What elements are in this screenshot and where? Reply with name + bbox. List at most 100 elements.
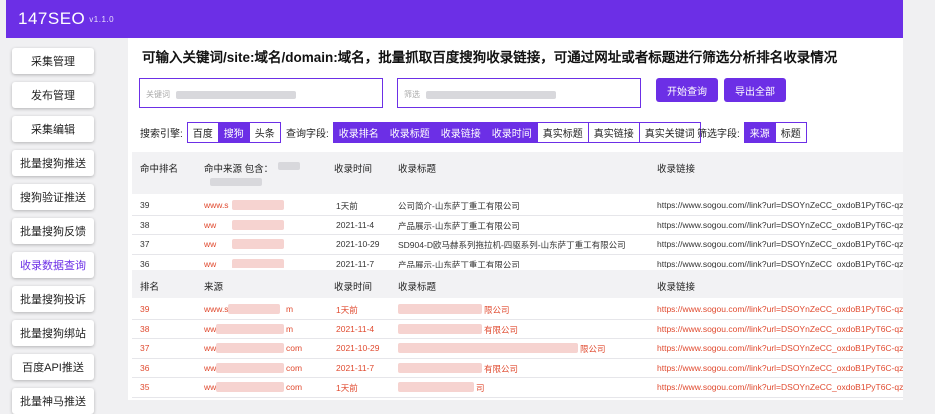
table1-col-title: 收录标题 <box>398 164 437 175</box>
table1-col-source: 命中来源 包含： <box>204 164 274 175</box>
keyword-input[interactable]: 关键词 <box>139 78 383 108</box>
rank-cell: 37 <box>140 239 150 249</box>
link-cell[interactable]: https://www.sogou.com//link?url=DSOYnZeC… <box>657 363 903 373</box>
time-cell: 2021-11-7 <box>336 258 375 269</box>
sidebar-item[interactable]: 采集编辑 <box>12 116 94 142</box>
table1-col-time: 收录时间 <box>334 164 373 175</box>
engine-toggle[interactable]: 百度 <box>187 123 218 142</box>
link-cell[interactable]: https://www.sogou.com//link?url=DSOYnZeC… <box>657 343 903 353</box>
export-all-button[interactable]: 导出全部 <box>724 78 786 102</box>
sidebar-item[interactable]: 批量搜狗绑站 <box>12 320 94 346</box>
time-cell: 1天前 <box>336 201 358 211</box>
title-cell: 公司简介-山东萨丁重工有限公司 <box>398 201 520 211</box>
field-toggle[interactable]: 收录时间 <box>485 123 537 142</box>
table2-col-source: 来源 <box>204 282 224 293</box>
sidebar-item[interactable]: 批量搜狗反馈 <box>12 218 94 244</box>
sidebar-item[interactable]: 百度API推送 <box>12 354 94 380</box>
source-cell-tail: m <box>286 304 294 314</box>
title-cell-tail: 有限公司 <box>484 324 519 335</box>
filter-input[interactable]: 筛选 <box>397 78 641 108</box>
source-cell-tail: com <box>286 382 303 392</box>
sidebar-item[interactable]: 批量搜狗推送 <box>12 150 94 176</box>
rank-cell: 35 <box>140 382 150 392</box>
screen-toggle[interactable]: 来源 <box>744 123 775 142</box>
app-version: v1.1.0 <box>89 15 115 25</box>
link-cell[interactable]: https://www.sogou.com//link?url=DSOYnZeC… <box>657 220 903 230</box>
main-panel: 可输入关键词/site:域名/domain:域名，批量抓取百度搜狗收录链接，可通… <box>128 38 903 400</box>
table2-header: 排名 来源 收录时间 收录标题 收录链接 <box>132 270 903 298</box>
rank-cell: 38 <box>140 323 150 334</box>
page-title: 可输入关键词/site:域名/domain:域名，批量抓取百度搜狗收录链接，可通… <box>142 50 838 65</box>
redacted-value <box>216 362 284 373</box>
sidebar-item[interactable]: 发布管理 <box>12 82 94 108</box>
engine-toggle[interactable]: 头条 <box>248 123 280 142</box>
table2-body: 39 www.s m 1天前 限公司 https://www.sogou.com//lin… <box>128 300 903 400</box>
title-cell-tail: 有限公司 <box>484 363 519 374</box>
time-cell: 1天前 <box>336 305 358 315</box>
table-row: 36 ww com 2021-11-7 有限公司 https://www.sogou.co… <box>132 359 903 378</box>
source-cell-tail: m <box>286 323 294 334</box>
time-cell: 2021-11-7 <box>336 362 375 373</box>
link-cell[interactable]: https://www.sogou.com//link?url=DSOYnZeC… <box>657 239 903 249</box>
engine-toggle-group: 百度 搜狗 头条 <box>186 122 281 143</box>
field-toggle[interactable]: 收录链接 <box>434 123 486 142</box>
table2-col-time: 收录时间 <box>334 282 373 293</box>
table1-header: 命中排名 命中来源 包含： 收录时间 收录标题 收录链接 <box>132 152 903 194</box>
table-row: 39 www.s 1天前 公司简介-山东萨丁重工有限公司 https://www.sog… <box>132 196 903 215</box>
redacted-value <box>398 323 482 334</box>
table-row: 39 www.s m 1天前 限公司 https://www.sogou.com//lin… <box>132 300 903 319</box>
link-cell[interactable]: https://www.sogou.com//link?url=DSOYnZeC… <box>657 200 903 210</box>
field-toggle[interactable]: 收录排名 <box>333 123 384 142</box>
source-cell-tail: com <box>286 343 303 353</box>
field-toggle[interactable]: 真实链接 <box>587 123 639 142</box>
field-filter: 查询字段: 收录排名 收录标题 收录链接 收录时间 真实标题 真实链接 真实关键词 <box>286 122 701 143</box>
title-cell-tail: 司 <box>476 383 485 393</box>
table-row: 37 ww com 2021-10-29 限公司 https://www.sogou.co… <box>132 339 903 358</box>
redacted-value <box>232 219 284 230</box>
field-toggle-group: 收录排名 收录标题 收录链接 收录时间 真实标题 真实链接 真实关键词 <box>332 122 701 143</box>
time-cell: 2021-10-29 <box>336 343 380 353</box>
screen-filter-label: 筛选字段: <box>697 129 740 140</box>
screen-filter: 筛选字段: 来源 标题 <box>697 122 807 143</box>
rank-cell: 39 <box>140 200 150 210</box>
redacted-value <box>398 382 474 392</box>
link-cell[interactable]: https://www.sogou.com//link?url=DSOYnZeC… <box>657 382 903 392</box>
engine-toggle[interactable]: 搜狗 <box>217 123 249 142</box>
sidebar-item[interactable]: 批量搜狗投诉 <box>12 286 94 312</box>
start-query-button[interactable]: 开始查询 <box>656 78 718 102</box>
table2-col-title: 收录标题 <box>398 282 437 293</box>
table-row: 38 ww m 2021-11-4 有限公司 https://www.sogou.com/… <box>132 320 903 339</box>
link-cell[interactable]: https://www.sogou.com//link?url=DSOYnZeC… <box>657 324 903 334</box>
engine-filter: 搜索引擎: 百度 搜狗 头条 <box>140 122 281 143</box>
title-cell-tail: 限公司 <box>484 305 510 315</box>
redacted-value <box>228 304 280 314</box>
filter-input-placeholder: 筛选 <box>404 90 420 99</box>
sidebar-item[interactable]: 收录数据查询 <box>12 252 94 278</box>
time-cell: 2021-10-29 <box>336 239 380 249</box>
app-logo: 147SEO v1.1.0 <box>18 9 114 29</box>
redacted-value <box>398 343 578 353</box>
link-cell[interactable]: https://www.sogou.com//link?url=DSOYnZeC… <box>657 259 903 269</box>
field-toggle[interactable]: 真实关键词 <box>638 123 700 142</box>
row-divider <box>132 396 903 398</box>
rank-cell: 36 <box>140 258 150 269</box>
link-cell[interactable]: https://www.sogou.com//link?url=DSOYnZeC… <box>657 304 903 314</box>
field-toggle[interactable]: 真实标题 <box>536 123 588 142</box>
redacted-value <box>232 239 284 249</box>
field-toggle[interactable]: 收录标题 <box>383 123 435 142</box>
redacted-value <box>210 178 262 186</box>
title-cell: SD904-D欧马赫系列拖拉机-四驱系列-山东萨丁重工有限公司 <box>398 240 626 250</box>
redacted-value <box>216 343 284 353</box>
title-cell-tail: 限公司 <box>580 344 606 354</box>
table-row: 36 ww 2021-11-7 产品展示-山东萨丁重工有限公司 https://www.… <box>132 255 903 269</box>
redacted-value <box>216 382 284 392</box>
rank-cell: 38 <box>140 219 150 230</box>
table-row: 38 ww 2021-11-4 产品展示-山东萨丁重工有限公司 https://www.… <box>132 216 903 235</box>
sidebar-item[interactable]: 批量神马推送 <box>12 388 94 414</box>
table2-col-rank: 排名 <box>140 282 160 293</box>
sidebar-item[interactable]: 搜狗验证推送 <box>12 184 94 210</box>
screen-toggle[interactable]: 标题 <box>774 123 806 142</box>
redacted-value <box>216 323 284 334</box>
sidebar-item[interactable]: 采集管理 <box>12 48 94 74</box>
screen-toggle-group: 来源 标题 <box>743 122 807 143</box>
